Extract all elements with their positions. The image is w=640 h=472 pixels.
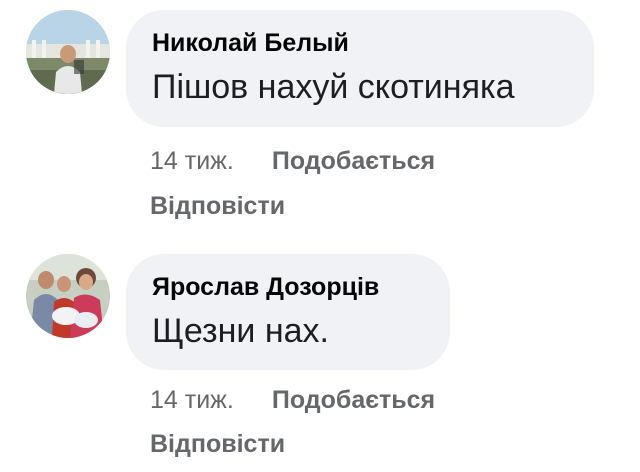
user-avatar-icon[interactable] bbox=[26, 10, 110, 94]
avatar-photo bbox=[26, 254, 110, 338]
comment-text: Пішов нахуй скотиняка bbox=[152, 68, 515, 106]
comment: Ярослав Дозорців Щезни нах. 14 тиж. Подоб… bbox=[0, 240, 640, 472]
comment-bubble: Ярослав Дозорців Щезни нах. bbox=[126, 254, 450, 370]
comment-actions: 14 тиж. Подобається bbox=[150, 386, 435, 415]
comment-bubble: Николай Белый Пішов нахуй скотиняка bbox=[126, 10, 594, 127]
user-avatar-icon[interactable] bbox=[26, 254, 110, 338]
comment-author[interactable]: Николай Белый bbox=[152, 29, 349, 58]
avatar-photo bbox=[26, 10, 110, 94]
reply-button[interactable]: Відповісти bbox=[150, 430, 285, 459]
comment-actions: 14 тиж. Подобається bbox=[150, 147, 435, 176]
comment-author[interactable]: Ярослав Дозорців bbox=[152, 273, 379, 302]
like-button[interactable]: Подобається bbox=[272, 386, 435, 414]
comment-timestamp[interactable]: 14 тиж. bbox=[150, 386, 234, 414]
like-button[interactable]: Подобається bbox=[272, 147, 435, 175]
reply-button[interactable]: Відповісти bbox=[150, 192, 285, 221]
comment-timestamp[interactable]: 14 тиж. bbox=[150, 147, 234, 175]
comment-text: Щезни нах. bbox=[152, 312, 329, 350]
comment: Николай Белый Пішов нахуй скотиняка 14 т… bbox=[0, 0, 640, 236]
